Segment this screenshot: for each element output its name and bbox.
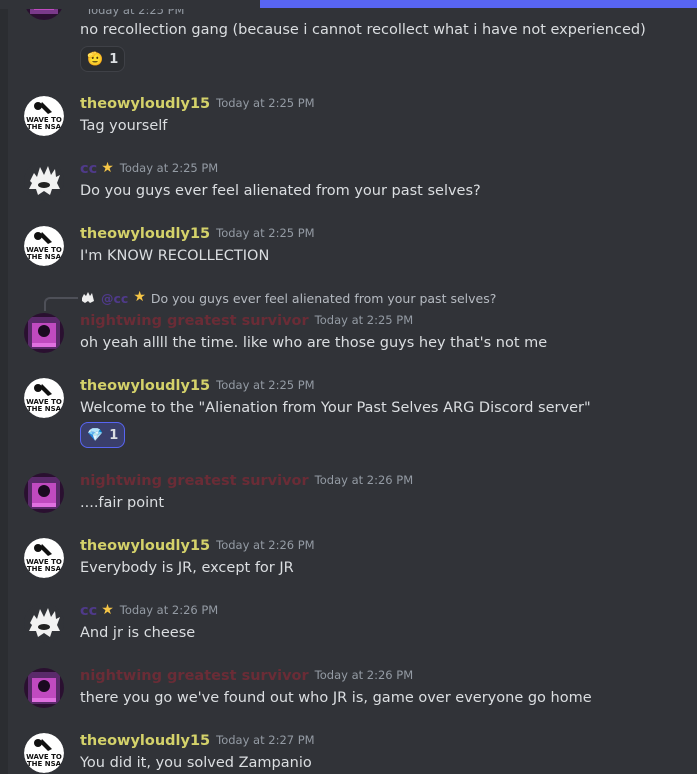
theowyloudly-avatar[interactable]: WAVE TO THE NSA [24, 226, 64, 266]
salute-icon: 🫡 [87, 51, 104, 67]
message-header: cc ★ Today at 2:26 PM [80, 602, 219, 619]
theowyloudly-avatar[interactable]: WAVE TO THE NSA [24, 733, 64, 773]
message-text: Tag yourself [80, 118, 168, 134]
avatar-text: THE NSA [27, 565, 62, 573]
username[interactable]: nightwing greatest survivor [80, 313, 309, 329]
cc-mini-avatar [80, 290, 96, 306]
reaction-count: 1 [109, 427, 119, 443]
theowyloudly-avatar[interactable]: WAVE TO THE NSA [24, 378, 64, 418]
message-text: Everybody is JR, except for JR [80, 560, 294, 576]
message-text: ....fair point [80, 495, 165, 511]
message-text: Welcome to the "Alienation from Your Pas… [80, 400, 591, 416]
message-header: theowyloudly15 Today at 2:26 PM [80, 538, 315, 554]
star-icon: ★ [101, 602, 114, 618]
timestamp: Today at 2:26 PM [119, 603, 219, 617]
timestamp: Today at 2:25 PM [216, 378, 315, 392]
timestamp: Today at 2:27 PM [216, 733, 315, 747]
username[interactable]: theowyloudly15 [80, 733, 210, 749]
message-header: nightwing greatest survivor Today at 2:26… [80, 473, 413, 489]
message-header: theowyloudly15 Today at 2:25 PM [80, 226, 315, 242]
message-text: And jr is cheese [80, 625, 196, 641]
nightwing-avatar[interactable] [24, 668, 64, 708]
star-icon: ★ [101, 160, 114, 176]
star-icon: ★ [133, 289, 146, 305]
avatar-text: THE NSA [27, 405, 62, 413]
avatar-text: THE NSA [27, 760, 62, 768]
avatar-text: THE NSA [27, 123, 62, 131]
timestamp: Today at 2:25 PM [314, 313, 414, 327]
timestamp: Today at 2:26 PM [314, 473, 414, 487]
message-text: You did it, you solved Zampanio [80, 755, 312, 771]
message-text: oh yeah allll the time. like who are tho… [80, 335, 548, 351]
theowyloudly-avatar[interactable]: WAVE TO THE NSA [24, 96, 64, 136]
message-text: Do you guys ever feel alienated from you… [80, 183, 481, 199]
left-edge-strip [0, 0, 8, 774]
reaction-diamond[interactable]: 💎 1 [80, 422, 126, 448]
reaction-count: 1 [109, 51, 119, 67]
reply-preview[interactable]: @cc ★ Do you guys ever feel alienated fr… [80, 289, 497, 306]
message-header: theowyloudly15 Today at 2:25 PM [80, 378, 315, 394]
message-header: nightwing greatest survivor Today at 2:25… [80, 313, 413, 329]
nightwing-avatar[interactable] [24, 313, 64, 353]
reaction-salute[interactable]: 🫡 1 [80, 46, 126, 72]
message-text: I'm KNOW RECOLLECTION [80, 248, 270, 264]
nightwing-avatar[interactable] [24, 473, 64, 513]
username[interactable]: theowyloudly15 [80, 226, 210, 242]
message-text: there you go we've found out who JR is, … [80, 690, 592, 706]
username[interactable]: cc [80, 603, 97, 619]
cc-avatar[interactable] [24, 161, 64, 201]
cc-avatar[interactable] [24, 603, 64, 643]
username[interactable]: nightwing greatest survivor [80, 668, 309, 684]
username[interactable]: theowyloudly15 [80, 378, 210, 394]
reply-author[interactable]: @cc [101, 291, 128, 306]
reply-text: Do you guys ever feel alienated from you… [150, 290, 497, 306]
theowyloudly-avatar[interactable]: WAVE TO THE NSA [24, 538, 64, 578]
username[interactable]: theowyloudly15 [80, 96, 210, 112]
timestamp: Today at 2:25 PM [119, 161, 219, 175]
new-messages-bar[interactable] [260, 0, 697, 8]
message-header: theowyloudly15 Today at 2:27 PM [80, 733, 315, 749]
timestamp: Today at 2:26 PM [216, 538, 315, 552]
timestamp: Today at 2:26 PM [314, 668, 414, 682]
username[interactable]: nightwing greatest survivor [80, 473, 309, 489]
message-header: nightwing greatest survivor Today at 2:26… [80, 668, 413, 684]
message-text: no recollection gang (because i cannot r… [80, 22, 646, 38]
avatar-text: THE NSA [27, 253, 62, 261]
timestamp: Today at 2:25 PM [216, 96, 315, 110]
reply-connector [44, 297, 78, 311]
message-header: theowyloudly15 Today at 2:25 PM [80, 96, 315, 112]
username[interactable]: theowyloudly15 [80, 538, 210, 554]
diamond-icon: 💎 [87, 427, 104, 443]
timestamp: Today at 2:25 PM [216, 226, 315, 240]
message-header: cc ★ Today at 2:25 PM [80, 160, 219, 177]
username[interactable]: cc [80, 161, 97, 177]
